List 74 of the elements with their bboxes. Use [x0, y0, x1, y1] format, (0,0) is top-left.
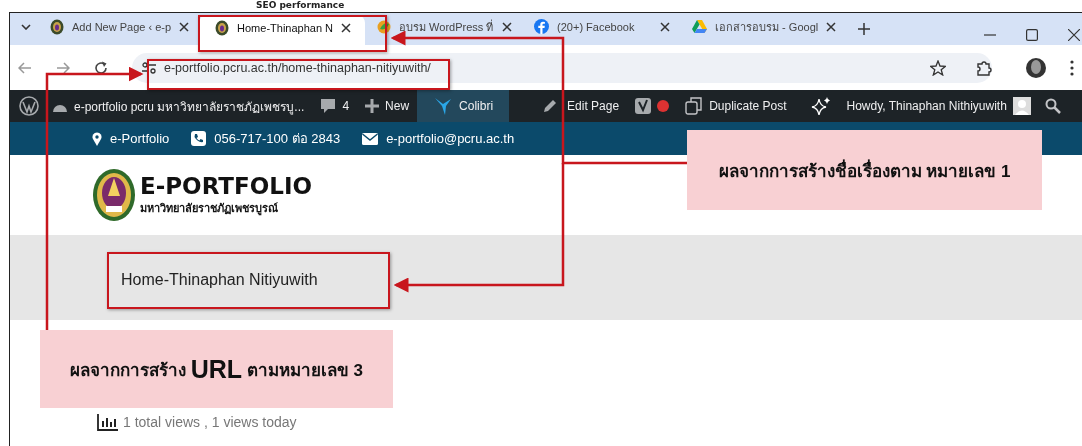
extensions-icon	[976, 59, 992, 76]
facebook-icon	[534, 19, 550, 34]
browser-tab[interactable]: Home-Thinaphan N	[199, 15, 366, 45]
status-dot-icon	[657, 100, 670, 112]
browser-tab[interactable]: เอกสารอบรม - Googl	[680, 13, 847, 40]
forward-icon	[56, 61, 70, 74]
view-count-text: 1 total views , 1 views today	[123, 414, 297, 430]
close-icon	[826, 21, 837, 32]
duplicate-post-link[interactable]: Duplicate Post	[677, 90, 795, 122]
search-button[interactable]	[1044, 98, 1061, 114]
pencil-icon	[543, 99, 558, 113]
edit-page-link[interactable]: Edit Page	[535, 90, 628, 122]
close-button[interactable]	[1068, 29, 1080, 41]
document-heading: SEO performance	[256, 0, 345, 11]
user-avatar-icon	[1012, 97, 1031, 115]
seo-plugin-icon	[635, 98, 652, 114]
sparkle-icon	[810, 96, 831, 116]
site-name-link[interactable]: e-portfolio pcru มหาวิทยาลัยราชภัฏเพชรบู...	[44, 90, 313, 122]
leaf-icon	[377, 19, 392, 34]
wordpress-logo-icon	[19, 96, 39, 116]
comments-link[interactable]: 4	[312, 90, 358, 122]
phone-text: 056-717-100 ต่อ 2843	[214, 130, 341, 148]
back-button[interactable]	[18, 61, 32, 74]
forward-button[interactable]	[56, 61, 70, 74]
menu-icon	[1070, 59, 1074, 76]
bar-chart-icon	[97, 413, 119, 431]
builder-link[interactable]: Colibri	[417, 90, 510, 122]
sparkle-button[interactable]	[810, 96, 831, 116]
menu-button[interactable]	[1070, 59, 1074, 76]
close-icon	[341, 23, 352, 33]
logo-title: E-PORTFOLIO	[140, 173, 313, 199]
annotation-callout: ผลจากการสร้างชื่อเรื่องตาม หมายเลข 1	[687, 130, 1042, 210]
logo-subtitle: มหาวิทยาลัยราชภัฏเพชรบูรณ์	[140, 201, 279, 217]
bookmark-button[interactable]	[930, 59, 946, 76]
university-seal-logo	[92, 168, 136, 222]
map-pin-icon	[92, 131, 102, 146]
tab-list-icon	[21, 23, 31, 30]
new-tab-icon	[858, 23, 871, 35]
maximize-icon	[1026, 29, 1038, 41]
close-icon	[660, 21, 671, 32]
envelope-icon	[362, 132, 379, 145]
email-text: e-portfolio@pcru.ac.th	[386, 131, 515, 146]
url-text: e-portfolio.pcru.ac.th/home-thinaphan-nitiyuwith/	[164, 60, 431, 75]
plus-icon	[365, 99, 380, 113]
maximize-button[interactable]	[1026, 29, 1038, 41]
site-settings-icon	[142, 61, 156, 74]
close-icon	[1068, 29, 1080, 41]
browser-tab[interactable]: (20+) Facebook	[522, 13, 681, 40]
annotation-callout: ผลจากการสร้าง URL ตามหมายเลข 3	[40, 330, 393, 408]
search-icon	[1044, 98, 1061, 114]
address-bar[interactable]: e-portfolio.pcru.ac.th/home-thinaphan-nitiyuwith/	[132, 52, 992, 83]
copy-icon	[685, 97, 704, 115]
location-text: e-Portfolio	[110, 131, 170, 146]
bird-icon	[433, 96, 454, 116]
new-tab-button[interactable]	[858, 23, 871, 35]
extensions-button[interactable]	[976, 59, 992, 76]
comment-icon	[320, 98, 337, 114]
seo-plugin-button[interactable]	[635, 98, 652, 114]
triangle-icon	[692, 20, 708, 33]
seal-icon	[50, 18, 64, 35]
browser-tab[interactable]: อบรม WordPress ที่	[365, 13, 523, 40]
new-link[interactable]: New	[357, 90, 418, 122]
bookmark-icon	[930, 59, 946, 76]
browser-tab[interactable]: Add New Page ‹ e-p	[38, 13, 200, 40]
seal-icon	[215, 20, 230, 36]
back-icon	[18, 61, 32, 74]
page-title: Home-Thinaphan Nitiyuwith	[121, 269, 318, 289]
user-menu-link[interactable]: Howdy, Thinaphan Nithiyuwith	[838, 90, 1039, 122]
close-icon	[502, 21, 513, 32]
reload-button[interactable]	[94, 60, 108, 75]
reload-icon	[94, 60, 108, 75]
phone-icon	[191, 131, 207, 146]
close-icon	[179, 21, 190, 32]
avatar-icon	[1026, 57, 1046, 78]
